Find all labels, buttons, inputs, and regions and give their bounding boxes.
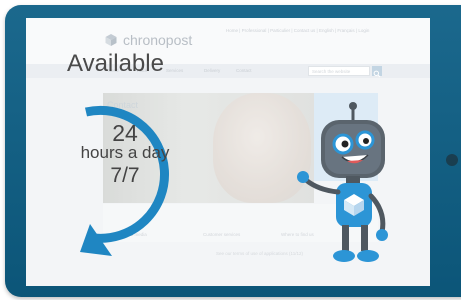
robot-mascot-icon [297,102,388,262]
